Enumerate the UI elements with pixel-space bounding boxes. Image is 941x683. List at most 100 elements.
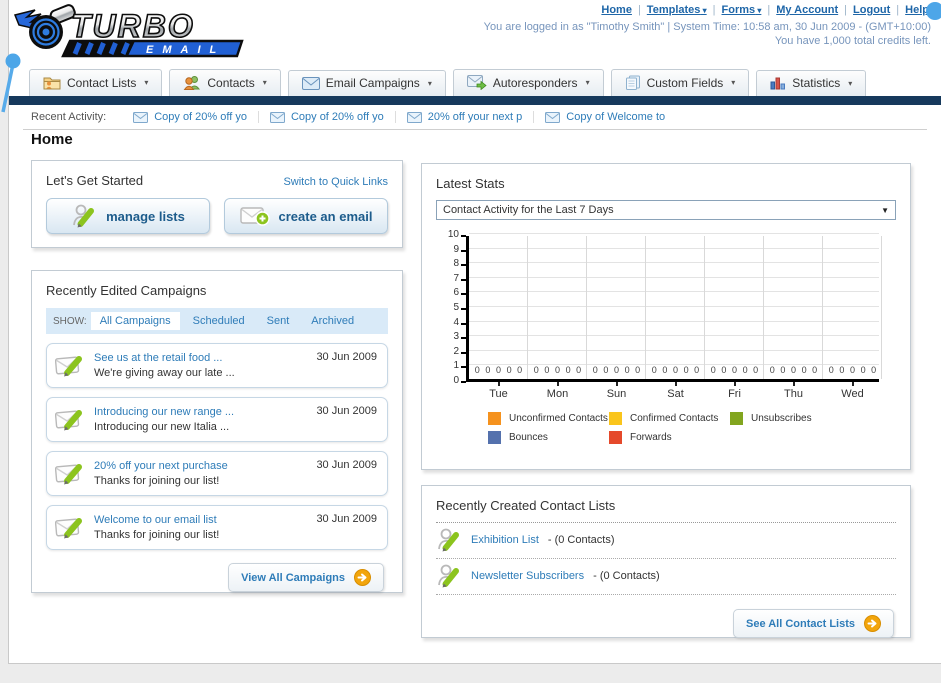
tab-autoresponders[interactable]: Autoresponders ▾ [452,69,604,96]
legend-label: Unconfirmed Contacts [509,413,608,424]
tab-custom-fields[interactable]: Custom Fields ▾ [610,69,750,96]
x-axis-label: Tue [489,388,508,400]
recent-activity-item[interactable]: Copy of 20% off yo [122,111,258,123]
latest-stats-panel: Latest Stats Contact Activity for the La… [421,163,911,470]
contact-list-items: Exhibition List - (0 Contacts) Newsletter… [436,523,896,595]
contact-lists-panel: Recently Created Contact Lists Exhibitio… [421,485,911,638]
help-bubble-icon[interactable] [926,2,941,20]
campaign-filter-all-campaigns[interactable]: All Campaigns [90,312,180,330]
x-axis-label: Thu [784,388,803,400]
contact-list-detail: - (0 Contacts) [593,570,660,582]
contact-list-name-link[interactable]: Exhibition List [471,534,539,546]
campaign-subtitle: Thanks for joining our list! [94,529,220,541]
mail-small-icon [406,111,422,123]
campaign-row[interactable]: 20% off your next purchase Thanks for joi… [46,451,388,496]
view-all-campaigns-button[interactable]: View All Campaigns [228,563,384,592]
campaign-date: 30 Jun 2009 [316,405,377,417]
data-label-group: 00000 [767,364,820,376]
campaign-date: 30 Jun 2009 [316,351,377,363]
top-nav-link-home[interactable]: Home [601,4,632,16]
campaign-filter-archived[interactable]: Archived [302,312,363,330]
tab-statistics[interactable]: Statistics ▾ [756,70,867,96]
top-nav-link-logout[interactable]: Logout [853,4,890,16]
person-pencil-icon [71,203,97,229]
campaign-text: Welcome to our email list Thanks for join… [94,514,219,541]
data-label: 0 [871,365,877,375]
data-label: 0 [731,365,737,375]
stats-period-dropdown[interactable]: Contact Activity for the Last 7 Days ▼ [436,200,896,220]
turbo-email-logo: TURBO EMAIL [13,2,245,61]
campaign-title-link[interactable]: See us at the retail food ... [94,352,235,364]
top-nav-link-my-account[interactable]: My Account [776,4,838,16]
campaign-title-link[interactable]: Introducing our new range ... [94,406,234,418]
y-axis-tick-label: 5 [453,302,459,313]
legend-swatch [609,431,622,444]
tab-contact-lists[interactable]: Contact Lists ▾ [29,69,163,96]
legend-label: Unsubscribes [751,413,812,424]
campaign-filter-scheduled[interactable]: Scheduled [184,312,254,330]
chevron-down-icon: ▾ [700,6,707,15]
y-axis-tick-label: 6 [453,287,459,299]
chevron-down-icon: ▾ [427,78,432,88]
x-axis-cell: Sun [587,382,646,400]
create-an-email-button[interactable]: create an email [224,198,388,234]
chevron-down-icon: ▾ [755,6,762,15]
recent-activity-item[interactable]: Copy of Welcome to [533,111,676,123]
contact-list-name-link[interactable]: Newsletter Subscribers [471,570,584,582]
x-axis-cell: Tue [469,382,528,400]
data-label: 0 [812,365,818,375]
tab-email-campaigns[interactable]: Email Campaigns ▾ [287,70,446,96]
legend-swatch [609,412,622,425]
x-axis-label: Fri [728,388,741,400]
switch-quick-links-link[interactable]: Switch to Quick Links [283,176,388,188]
data-label-group: 00000 [472,364,525,376]
campaign-title-link[interactable]: 20% off your next purchase [94,460,228,472]
campaign-filter-sent[interactable]: Sent [258,312,299,330]
campaign-row[interactable]: Introducing our new range ... Introducing… [46,397,388,442]
navy-divider-bar [9,96,941,105]
top-nav: Home | Templates ▾ | Forms ▾ | My Account | Logo… [484,4,931,16]
bar-chart-icon [770,76,786,90]
x-axis-tick [497,382,500,386]
gridline [822,236,823,379]
contact-list-row[interactable]: Exhibition List - (0 Contacts) [436,523,896,559]
nav-separator: | [844,4,848,16]
data-label: 0 [517,365,523,375]
person-pencil-icon [436,563,462,589]
campaign-title-link[interactable]: Welcome to our email list [94,514,219,526]
campaign-row[interactable]: See us at the retail food ... We're givin… [46,343,388,388]
tab-label: Contact Lists [67,75,137,90]
y-axis-tick-label: 3 [453,331,459,343]
data-label: 0 [753,365,759,375]
tab-contacts[interactable]: Contacts ▾ [169,69,281,96]
y-axis-tick-label: 7 [453,272,459,284]
gridline [586,236,587,379]
top-nav-link-templates[interactable]: Templates ▾ [647,4,707,16]
y-axis-tick-label: 9 [453,243,459,255]
top-nav-link-forms[interactable]: Forms ▾ [722,4,762,16]
legend-label: Confirmed Contacts [630,413,719,424]
manage-lists-button[interactable]: manage lists [46,198,210,234]
gridline [881,236,882,379]
gridline [645,236,646,379]
chevron-down-icon: ▾ [585,78,590,87]
data-label: 0 [565,365,571,375]
pages-icon [625,75,641,90]
credits-info: You have 1,000 total credits left. [774,35,931,47]
gridline [469,276,879,278]
data-label-group: 00000 [708,364,761,376]
legend-swatch [488,431,501,444]
campaign-row[interactable]: Welcome to our email list Thanks for join… [46,505,388,550]
recent-activity-item-label: Copy of 20% off yo [290,111,384,123]
data-label: 0 [801,365,807,375]
data-label: 0 [672,365,678,375]
contact-list-row[interactable]: Newsletter Subscribers - (0 Contacts) [436,559,896,595]
chart-x-axis: Tue Mon Sun Sat Fri Thu Wed [469,382,896,400]
envelope-pencil-icon [55,353,85,378]
data-label: 0 [860,365,866,375]
envelope-pencil-icon [55,515,85,540]
legend-item: Forwards [609,431,730,444]
see-all-contact-lists-button[interactable]: See All Contact Lists [732,609,894,638]
recent-activity-item[interactable]: 20% off your next p [394,111,534,123]
recent-activity-item[interactable]: Copy of 20% off yo [257,111,395,123]
